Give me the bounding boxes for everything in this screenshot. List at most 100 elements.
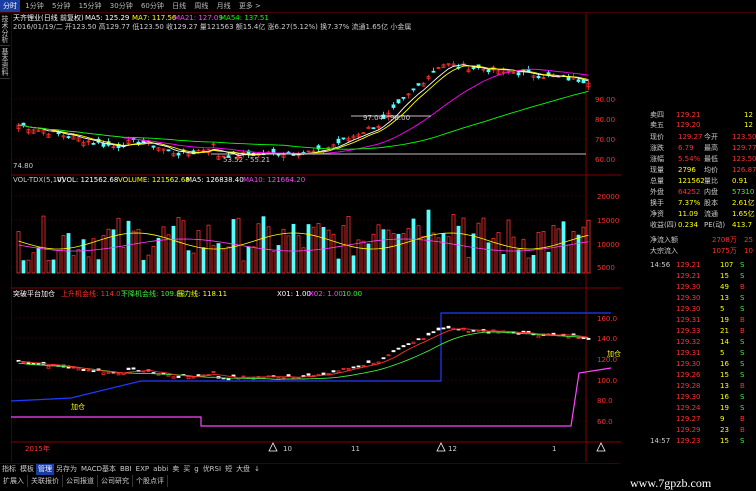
candle-body: [151, 145, 156, 148]
indicator-tab-13[interactable]: 大盘: [234, 464, 252, 475]
quote-label: 内盘: [704, 188, 718, 196]
indicator-tab-3[interactable]: 另存为: [54, 464, 79, 475]
bottom-link-4[interactable]: 个股点评: [133, 475, 168, 487]
ind-candle: [466, 330, 471, 333]
volume-bar: [546, 251, 551, 274]
tick-row: 129.21 15 S: [622, 271, 756, 281]
volume-bar: [531, 254, 536, 274]
indicator-tab-2[interactable]: 管理: [36, 464, 54, 475]
price-panel-title: 天齐锂业(日线 前复权): [13, 14, 84, 22]
quote-value: 64252: [678, 188, 701, 196]
volume-bar: [136, 228, 141, 274]
tab-15min[interactable]: 15分钟: [76, 0, 105, 12]
volume-bar: [441, 233, 446, 274]
volume-bar: [271, 251, 276, 274]
bottom-link-3[interactable]: 公司研究: [98, 475, 133, 487]
ma54-label: MA54: 137.51: [220, 14, 269, 22]
tab-tech-analysis[interactable]: 技术分析: [0, 13, 10, 46]
tick-price: 129.30: [676, 283, 701, 291]
volume-bar: [501, 254, 506, 274]
tick-volume: 21: [720, 327, 729, 335]
tab-30min[interactable]: 30分钟: [107, 0, 136, 12]
tab-monthly[interactable]: 月线: [214, 0, 234, 12]
volume-bar: [396, 233, 401, 274]
candle-body: [411, 88, 416, 91]
x-axis-label-1: 1: [552, 445, 557, 453]
kline-chart-area[interactable]: 天齐锂业(日线 前复权) MA5: 125.29 MA7: 117.56 MA2…: [11, 13, 621, 462]
tab-daily[interactable]: 日线: [169, 0, 189, 12]
indicator-tab-4[interactable]: MACD基本: [79, 464, 118, 475]
indicator-tab-9[interactable]: 买: [181, 464, 192, 475]
low-range-label: 53.52 - 55.21: [223, 156, 271, 164]
quote-label: 总量: [650, 177, 664, 185]
tick-volume: 5: [720, 305, 725, 313]
quote-value: 6.79: [678, 144, 694, 152]
indicator-tab-8[interactable]: 卖: [170, 464, 181, 475]
tick-price: 129.24: [676, 404, 701, 412]
ind-candle: [176, 375, 181, 378]
tab-more[interactable]: 更多 >: [236, 0, 264, 12]
tab-fenshi[interactable]: 分时: [0, 0, 20, 12]
ind-candle: [441, 327, 446, 330]
tick-side: S: [740, 272, 745, 280]
x-axis-label-11: 11: [351, 445, 360, 453]
indicator-tab-5[interactable]: BBI: [118, 464, 134, 475]
price-axis-tick-0: 90.00: [595, 96, 616, 104]
volume-bar: [46, 259, 51, 274]
tick-price: 129.30: [676, 360, 701, 368]
ask-label: 卖五: [650, 121, 664, 129]
tick-row: 129.26 15 S: [622, 370, 756, 380]
tab-weekly[interactable]: 周线: [191, 0, 211, 12]
indicator-tab-7[interactable]: abbi: [151, 464, 170, 475]
quote-label: 换手: [650, 199, 664, 207]
volume-bar: [521, 238, 526, 274]
volume-bar: [566, 244, 571, 274]
ind-candle: [386, 354, 391, 357]
tick-volume: 15: [720, 371, 729, 379]
indicator-tab-12[interactable]: 短: [223, 464, 234, 475]
ind-candle: [86, 369, 91, 372]
quote-label: 净资: [650, 210, 664, 218]
indicator-tab-6[interactable]: EXP: [134, 464, 151, 475]
ind-candle: [131, 367, 136, 370]
tab-60min[interactable]: 60分钟: [138, 0, 167, 12]
box-range-label: 97.04 - 98.00: [363, 114, 411, 122]
volume-bar: [516, 249, 521, 274]
tick-row: 129.30 49 B: [622, 282, 756, 292]
volume-bar: [221, 249, 226, 274]
flow-value: 2708万: [712, 236, 737, 244]
candle-body: [91, 142, 96, 145]
tab-basic-info[interactable]: 基本资料: [0, 46, 10, 79]
ind-candle: [381, 357, 386, 360]
quote-label: 现价: [650, 133, 664, 141]
bottom-link-2[interactable]: 公司报道: [63, 475, 98, 487]
quote-row: 现量 2796 均价 126.87: [622, 165, 756, 175]
indicator-tab-11[interactable]: 优RSI: [201, 464, 223, 475]
bottom-link-0[interactable]: 扩展入: [0, 475, 28, 487]
candle-body: [391, 104, 396, 108]
indicator-tab-0[interactable]: 指标: [0, 464, 18, 475]
ind-candle: [471, 329, 476, 332]
indicator-tab-14[interactable]: ↓: [252, 464, 262, 475]
candle-body: [581, 79, 586, 84]
tick-price: 129.31: [676, 316, 701, 324]
volume-bar: [301, 247, 306, 274]
volume-bar: [481, 217, 486, 274]
volume-bar: [176, 217, 181, 274]
volume-bar: [361, 240, 366, 274]
indicator-tab-1[interactable]: 模板: [18, 464, 36, 475]
tab-5min[interactable]: 5分钟: [49, 0, 73, 12]
tab-1min[interactable]: 1分钟: [22, 0, 46, 12]
tick-price: 129.30: [676, 294, 701, 302]
ind-candle: [411, 341, 416, 345]
tick-side: B: [740, 283, 745, 291]
bottom-link-1[interactable]: 关联报价: [28, 475, 63, 487]
tick-price: 129.29: [676, 426, 701, 434]
ind-candle: [446, 325, 451, 329]
volume-bar: [411, 218, 416, 274]
kline-chart-svg[interactable]: [11, 13, 621, 462]
indicator-tab-10[interactable]: g: [192, 464, 200, 475]
ind-candle: [101, 372, 106, 375]
flow-row: 大宗流入 1075万 10: [622, 246, 756, 256]
quote-row: 总量 121562 量比 0.91: [622, 176, 756, 186]
